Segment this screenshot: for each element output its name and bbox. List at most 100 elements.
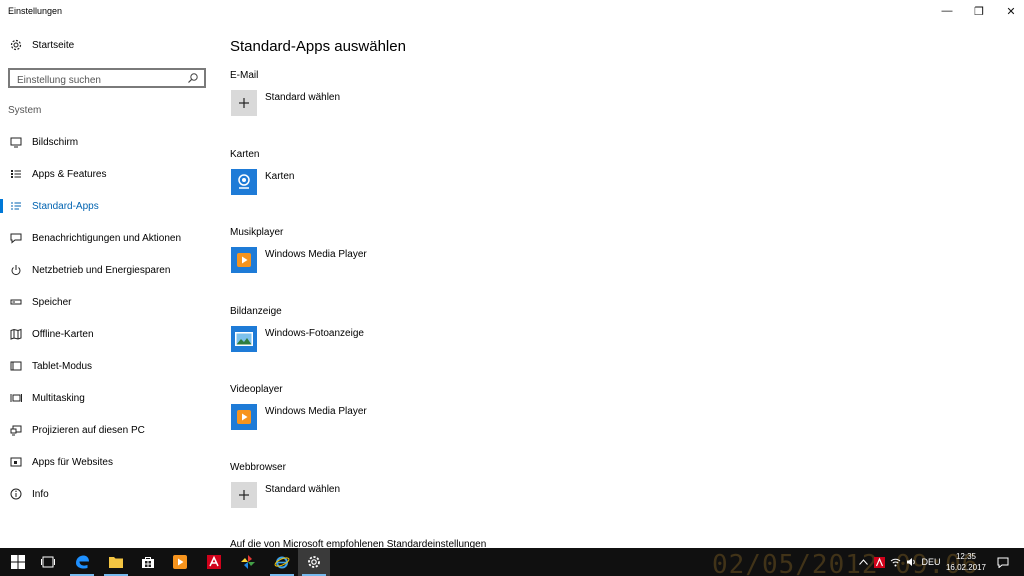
minimize-button[interactable]: — [930, 0, 964, 22]
sidebar-item-projizieren[interactable]: Projizieren auf diesen PC [0, 414, 216, 446]
group-label-system: System [8, 105, 42, 116]
home-link[interactable]: Startseite [10, 39, 74, 51]
sidebar-item-bildschirm[interactable]: Bildschirm [0, 126, 216, 158]
sidebar-item-label: Tablet-Modus [32, 360, 93, 372]
monitor-icon [10, 137, 22, 148]
app-name: Standard wählen [265, 484, 341, 495]
window-title: Einstellungen [8, 6, 63, 16]
sidebar-item-offline-karten[interactable]: Offline-Karten [0, 318, 216, 350]
windows-icon [11, 555, 25, 569]
sidebar-item-label: Apps für Websites [32, 456, 113, 468]
sidebar-item-info[interactable]: Info [0, 478, 216, 510]
gear-icon [308, 556, 320, 568]
taskbar: 02/05/2012 09:06 DEU 12:35 16.02.2017 [0, 548, 1024, 576]
nav-list: Bildschirm Apps & Features Standard-Apps… [0, 126, 216, 510]
photo-viewer-icon [231, 326, 257, 352]
plus-icon [231, 482, 257, 508]
section-label: Musikplayer [230, 227, 284, 238]
volume-icon [906, 558, 915, 566]
section-karten: Karten Karten [230, 149, 630, 195]
sidebar-item-label: Bildschirm [32, 136, 79, 148]
sidebar-item-speicher[interactable]: Speicher [0, 286, 216, 318]
tray-overflow-button[interactable] [856, 548, 870, 576]
message-icon [10, 233, 22, 244]
list-icon [11, 170, 21, 178]
pinwheel-taskbar-button[interactable] [232, 548, 264, 576]
section-label: Karten [230, 149, 260, 160]
sidebar-item-tablet-modus[interactable]: Tablet-Modus [0, 350, 216, 382]
sidebar-item-apps-features[interactable]: Apps & Features [0, 158, 216, 190]
project-icon [10, 425, 22, 436]
default-app-music-button[interactable]: Windows Media Player [231, 247, 367, 273]
tray-avira-button[interactable] [872, 548, 886, 576]
tray-network-button[interactable] [888, 548, 902, 576]
default-app-maps-button[interactable]: Karten [231, 169, 294, 195]
default-app-browser-button[interactable]: Standard wählen [231, 482, 340, 508]
explorer-taskbar-button[interactable] [100, 548, 132, 576]
sidebar-item-label: Multitasking [32, 392, 85, 404]
reset-defaults-label: Auf die von Microsoft empfohlenen Standa… [230, 539, 487, 548]
avira-taskbar-button[interactable] [198, 548, 230, 576]
default-app-email-button[interactable]: Standard wählen [231, 90, 340, 116]
media-player-icon [231, 247, 257, 273]
tray-volume-button[interactable] [904, 548, 918, 576]
sidebar-item-label: Speicher [32, 296, 72, 308]
sidebar-item-apps-websites[interactable]: Apps für Websites [0, 446, 216, 478]
pinwheel-icon [241, 555, 255, 569]
sidebar-item-multitasking[interactable]: Multitasking [0, 382, 216, 414]
sidebar-item-standard-apps[interactable]: Standard-Apps [0, 190, 216, 222]
avira-icon [873, 556, 885, 568]
search-input[interactable] [10, 72, 180, 89]
maximize-button[interactable]: ❐ [962, 0, 996, 22]
close-button[interactable]: ✕ [994, 0, 1024, 22]
default-app-photo-button[interactable]: Windows-Fotoanzeige [231, 326, 364, 352]
main-content: Standard-Apps auswählen E-Mail Standard … [230, 24, 1010, 548]
store-taskbar-button[interactable] [132, 548, 164, 576]
avira-icon [207, 555, 221, 569]
close-icon: ✕ [1006, 5, 1016, 18]
section-videoplayer: Videoplayer Windows Media Player [230, 384, 630, 430]
ie-taskbar-button[interactable] [266, 548, 298, 576]
internet-explorer-icon [274, 556, 290, 569]
folder-icon [109, 557, 123, 568]
search-box[interactable] [8, 68, 206, 89]
action-center-button[interactable] [994, 548, 1012, 576]
store-icon [142, 557, 154, 568]
clock-date: 16.02.2017 [945, 563, 987, 572]
settings-taskbar-button[interactable] [298, 548, 330, 576]
clock[interactable]: 12:35 16.02.2017 [942, 551, 990, 573]
app-name: Karten [265, 171, 295, 182]
media-player-taskbar-button[interactable] [164, 548, 196, 576]
clock-time: 12:35 [955, 552, 977, 561]
tray-language-button[interactable]: DEU [920, 548, 942, 576]
app-name: Standard wählen [265, 92, 341, 103]
section-label: E-Mail [230, 70, 259, 81]
section-label: Webbrowser [230, 462, 286, 473]
task-view-icon [41, 556, 55, 568]
page-title: Standard-Apps auswählen [230, 38, 406, 55]
home-label: Startseite [32, 39, 75, 51]
task-view-button[interactable] [32, 548, 64, 576]
sidebar-item-label: Standard-Apps [32, 200, 99, 212]
storage-icon [10, 299, 22, 305]
sidebar-item-benachrichtigungen[interactable]: Benachrichtigungen und Aktionen [0, 222, 216, 254]
media-player-icon [231, 404, 257, 430]
maximize-icon: ❐ [974, 5, 984, 18]
section-label: Bildanzeige [230, 306, 282, 317]
section-label: Videoplayer [230, 384, 283, 395]
sidebar-item-label: Info [32, 488, 49, 500]
wifi-icon [890, 558, 900, 567]
info-icon [10, 488, 22, 500]
sidebar-item-label: Projizieren auf diesen PC [32, 424, 145, 436]
default-app-video-button[interactable]: Windows Media Player [231, 404, 367, 430]
gear-icon [10, 39, 22, 51]
section-bildanzeige: Bildanzeige Windows-Fotoanzeige [230, 306, 630, 352]
edge-taskbar-button[interactable] [66, 548, 98, 576]
sidebar-item-netzbetrieb[interactable]: Netzbetrieb und Energiesparen [0, 254, 216, 286]
start-button[interactable] [2, 548, 34, 576]
maps-app-icon [231, 169, 257, 195]
sidebar-item-label: Benachrichtigungen und Aktionen [32, 232, 182, 244]
sidebar-item-label: Netzbetrieb und Energiesparen [32, 264, 171, 276]
map-icon [10, 328, 22, 340]
search-icon[interactable] [187, 72, 199, 84]
